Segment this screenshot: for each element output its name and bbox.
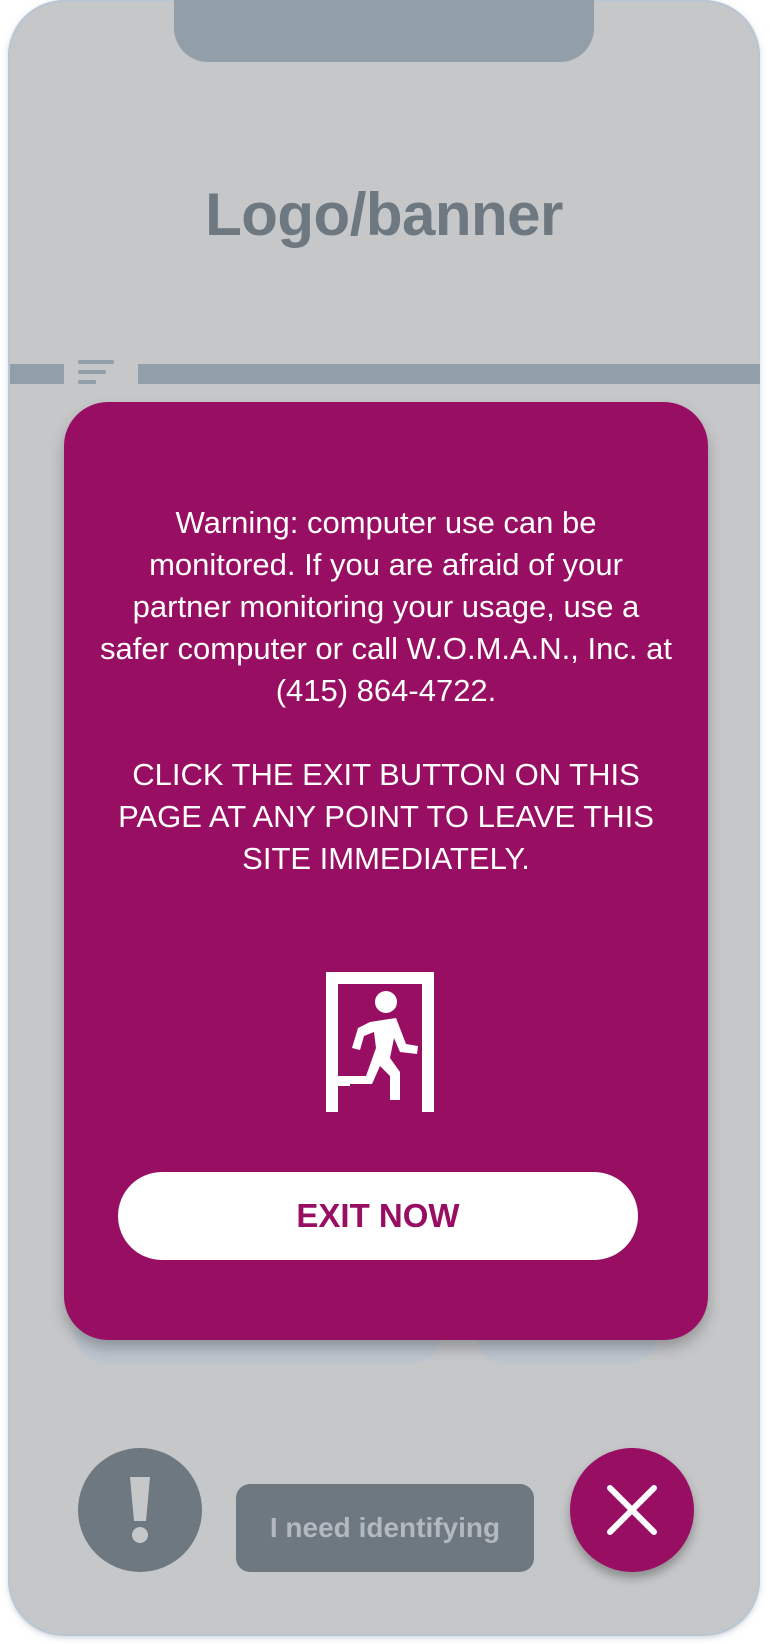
close-icon	[607, 1485, 657, 1535]
safety-warning-modal: Warning: computer use can be monitored. …	[64, 402, 708, 1340]
identify-button[interactable]: I need identifying	[236, 1484, 534, 1572]
exit-now-button[interactable]: EXIT NOW	[118, 1172, 638, 1260]
phone-notch	[174, 0, 594, 62]
alert-button[interactable]	[78, 1448, 202, 1572]
close-button[interactable]	[570, 1448, 694, 1572]
exit-instruction-text: CLICK THE EXIT BUTTON ON THIS PAGE AT AN…	[118, 757, 654, 876]
exclamation-icon	[130, 1477, 150, 1543]
emergency-exit-icon	[326, 972, 434, 1112]
logo-banner: Logo/banner	[205, 181, 563, 248]
nav-bar-left	[10, 364, 64, 384]
warning-text: Warning: computer use can be monitored. …	[100, 505, 672, 708]
phone-frame: Logo/banner Warning: computer use can be…	[8, 0, 760, 1636]
menu-lines-icon[interactable]	[78, 360, 118, 388]
nav-bar-right	[138, 364, 760, 384]
